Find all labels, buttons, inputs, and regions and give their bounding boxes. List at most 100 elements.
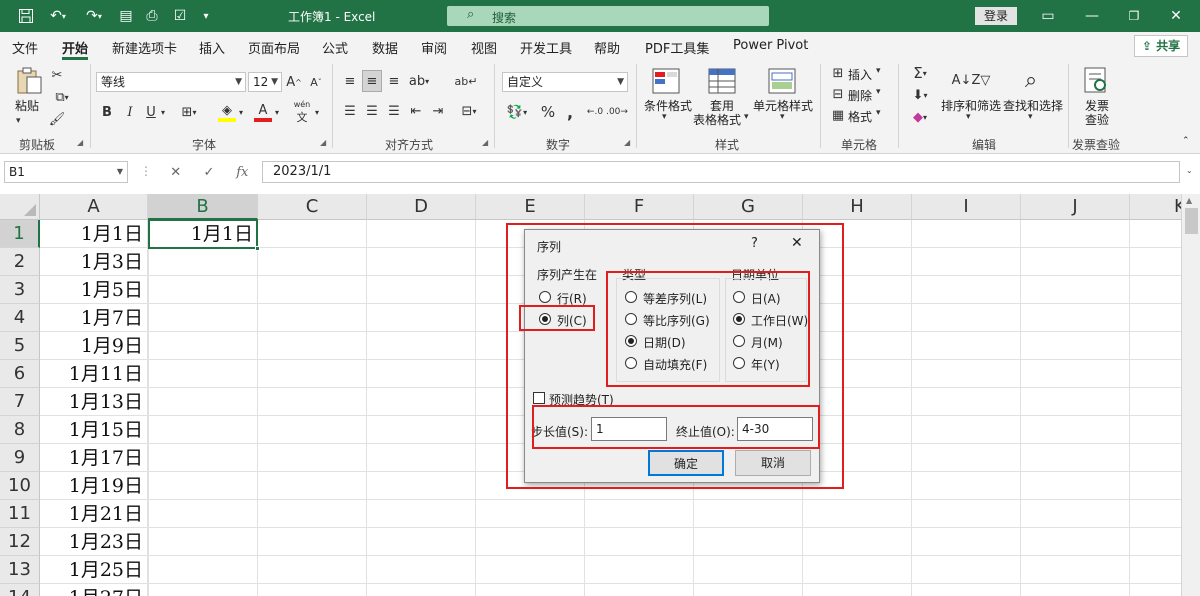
tab-power-pivot[interactable]: Power Pivot xyxy=(733,38,808,53)
conditional-format-icon[interactable] xyxy=(652,68,682,96)
row-header[interactable]: 10 xyxy=(0,472,40,500)
dialog-close-icon[interactable]: ✕ xyxy=(791,235,803,251)
column-header-k[interactable]: K xyxy=(1130,194,1181,220)
help-icon[interactable]: ? xyxy=(751,236,758,251)
tab-data[interactable]: 数据 xyxy=(372,38,398,57)
radio-linear-label[interactable]: 等差序列(L) xyxy=(643,290,707,307)
clipboard-launcher-icon[interactable]: ◢ xyxy=(77,138,83,147)
chevron-down-icon[interactable]: ▾ xyxy=(272,102,282,122)
cell-a4[interactable]: 1月7日 xyxy=(40,304,148,332)
bold-button[interactable]: B xyxy=(100,102,114,122)
cancel-formula-icon[interactable]: ✕ xyxy=(159,165,192,180)
expand-formula-icon[interactable]: ⌄ xyxy=(1186,166,1193,175)
formula-input[interactable]: 2023/1/1 xyxy=(262,161,1180,183)
column-header-e[interactable]: E xyxy=(476,194,585,220)
number-format-select[interactable]: 自定义 ▼ xyxy=(502,72,628,92)
close-icon[interactable]: ✕ xyxy=(1166,6,1186,26)
print-preview-icon[interactable]: ⎙ xyxy=(142,6,162,26)
resize-handle-icon[interactable]: ⋮ xyxy=(140,164,152,178)
chevron-down-icon[interactable]: ▾ xyxy=(744,112,749,122)
cell-a11[interactable]: 1月21日 xyxy=(40,500,148,528)
clear-icon[interactable]: ◆ ▾ xyxy=(906,108,934,126)
align-bottom-icon[interactable]: ≡ xyxy=(384,70,404,92)
row-header[interactable]: 2 xyxy=(0,248,40,276)
tab-pdf-tools[interactable]: PDF工具集 xyxy=(645,38,709,57)
cell-a13[interactable]: 1月25日 xyxy=(40,556,148,584)
fill-icon[interactable]: ⬇ ▾ xyxy=(906,86,934,104)
delete-cells-icon[interactable]: ⊟ xyxy=(830,86,846,102)
cell-a2[interactable]: 1月3日 xyxy=(40,248,148,276)
chevron-down-icon[interactable]: ▾ xyxy=(876,66,881,76)
align-middle-icon[interactable]: ≡ xyxy=(362,70,382,92)
name-box[interactable]: B1 ▼ xyxy=(4,161,128,183)
stop-value-input[interactable]: 4-30 xyxy=(737,417,813,441)
chevron-down-icon[interactable]: ▾ xyxy=(662,112,667,122)
radio-growth-label[interactable]: 等比序列(G) xyxy=(643,312,710,329)
format-as-table-label-2[interactable]: 表格格式 xyxy=(693,111,741,128)
chevron-down-icon[interactable]: ▾ xyxy=(1028,112,1033,122)
radio-growth[interactable] xyxy=(625,313,637,325)
orientation-icon[interactable]: ab ▾ xyxy=(406,70,432,92)
cell-a10[interactable]: 1月19日 xyxy=(40,472,148,500)
cell-a7[interactable]: 1月13日 xyxy=(40,388,148,416)
radio-day[interactable] xyxy=(733,291,745,303)
chevron-down-icon[interactable]: ▾ xyxy=(236,102,246,122)
decrease-indent-icon[interactable]: ⇤ xyxy=(406,100,426,122)
tab-help[interactable]: 帮助 xyxy=(594,38,620,57)
confirm-formula-icon[interactable]: ✓ xyxy=(192,165,225,180)
row-header[interactable]: 7 xyxy=(0,388,40,416)
trend-label[interactable]: 预测趋势(T) xyxy=(549,391,614,408)
radio-autofill[interactable] xyxy=(625,357,637,369)
align-right-icon[interactable]: ☰ xyxy=(384,100,404,122)
cell-a5[interactable]: 1月9日 xyxy=(40,332,148,360)
decrease-font-icon[interactable]: Aˇ xyxy=(308,72,324,92)
row-header[interactable]: 9 xyxy=(0,444,40,472)
cell-styles-icon[interactable] xyxy=(768,68,798,96)
radio-day-label[interactable]: 日(A) xyxy=(751,290,781,307)
format-as-table-icon[interactable] xyxy=(708,68,738,96)
find-select-label[interactable]: 查找和选择 xyxy=(1003,97,1063,114)
copy-icon[interactable]: ⧉ ▾ xyxy=(48,88,76,106)
radio-autofill-label[interactable]: 自动填充(F) xyxy=(643,356,707,373)
login-button[interactable]: 登录 xyxy=(975,7,1017,25)
tab-formulas[interactable]: 公式 xyxy=(322,38,348,57)
radio-month-label[interactable]: 月(M) xyxy=(751,334,783,351)
invoice-label-2[interactable]: 查验 xyxy=(1085,111,1109,128)
insert-function-icon[interactable]: fx xyxy=(226,165,259,180)
row-header[interactable]: 4 xyxy=(0,304,40,332)
chevron-down-icon[interactable]: ▾ xyxy=(158,102,168,122)
insert-cells-label[interactable]: 插入 xyxy=(848,66,872,83)
ribbon-display-icon[interactable]: ▭ xyxy=(1038,6,1058,26)
paste-dropdown-icon[interactable]: ▾ xyxy=(16,116,21,126)
radio-columns[interactable] xyxy=(539,313,551,325)
radio-weekday[interactable] xyxy=(733,313,745,325)
radio-linear[interactable] xyxy=(625,291,637,303)
align-top-icon[interactable]: ≡ xyxy=(340,70,360,92)
format-painter-icon[interactable]: 🖌 xyxy=(48,110,66,128)
column-header-a[interactable]: A xyxy=(40,194,148,220)
comma-style-icon[interactable]: , xyxy=(562,102,578,122)
align-center-icon[interactable]: ☰ xyxy=(362,100,382,122)
chevron-down-icon[interactable]: ▾ xyxy=(966,112,971,122)
decrease-decimal-icon[interactable]: .00→ xyxy=(606,102,628,122)
underline-button[interactable]: U xyxy=(144,102,158,122)
column-header-h[interactable]: H xyxy=(803,194,912,220)
font-color-icon[interactable]: A xyxy=(254,102,272,122)
row-header[interactable]: 13 xyxy=(0,556,40,584)
radio-columns-label[interactable]: 列(C) xyxy=(557,312,587,329)
cancel-button[interactable]: 取消 xyxy=(735,450,811,476)
column-header-b[interactable]: B xyxy=(148,194,258,220)
cell-a3[interactable]: 1月5日 xyxy=(40,276,148,304)
fill-color-icon[interactable]: ◈ xyxy=(218,102,236,122)
insert-cells-icon[interactable]: ⊞ xyxy=(830,65,846,81)
share-button[interactable]: ⇪ 共享 xyxy=(1134,35,1188,57)
increase-decimal-icon[interactable]: ←.0 xyxy=(586,102,604,122)
find-select-icon[interactable]: ⌕ xyxy=(1016,66,1046,94)
tab-home[interactable]: 开始 xyxy=(62,38,88,57)
cell-a8[interactable]: 1月15日 xyxy=(40,416,148,444)
chevron-down-icon[interactable]: ▾ xyxy=(876,108,881,118)
tab-file[interactable]: 文件 xyxy=(12,38,38,57)
undo-icon[interactable]: ↶ ▾ xyxy=(44,6,72,26)
borders-icon[interactable]: ⊞ ▾ xyxy=(174,102,204,122)
radio-year[interactable] xyxy=(733,357,745,369)
